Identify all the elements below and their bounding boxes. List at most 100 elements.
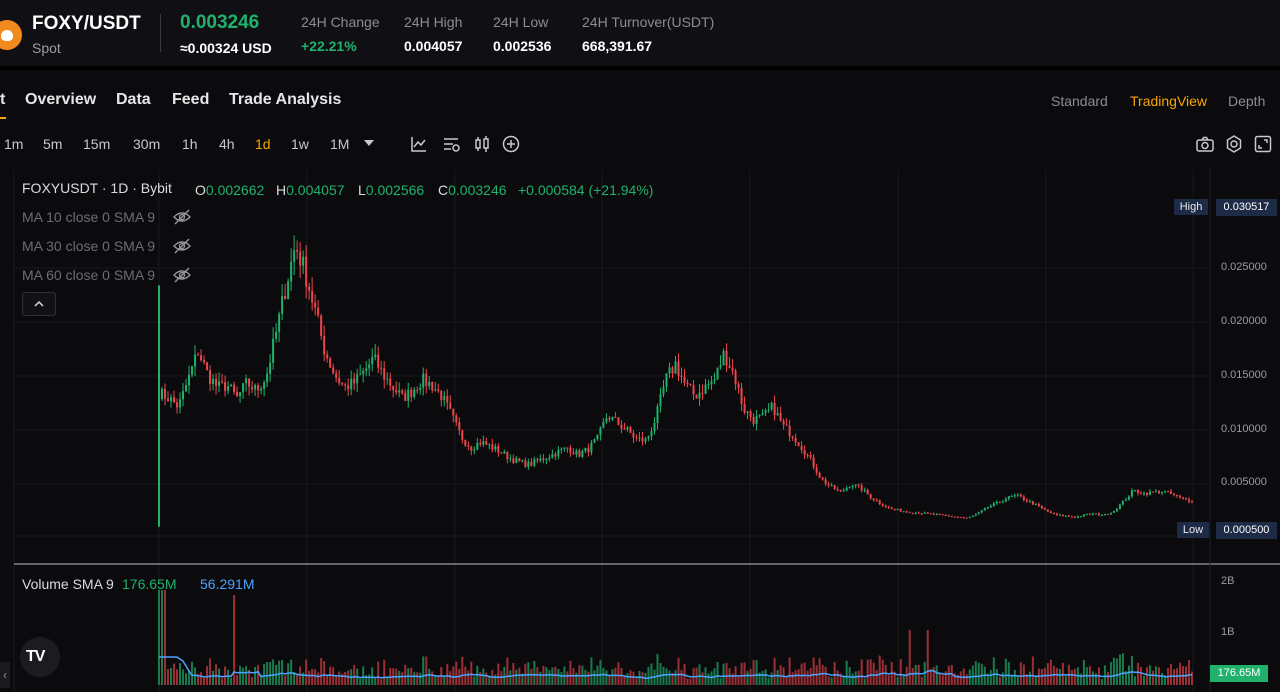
candle bbox=[920, 512, 923, 515]
volume-bar bbox=[509, 670, 512, 685]
candle bbox=[476, 437, 479, 451]
candle bbox=[278, 311, 281, 343]
candle bbox=[863, 487, 866, 493]
candle bbox=[755, 410, 758, 431]
price-chart[interactable] bbox=[0, 0, 1280, 692]
candle bbox=[1049, 510, 1052, 514]
volume-bar bbox=[812, 657, 815, 685]
candle bbox=[1187, 497, 1190, 504]
volume-bar bbox=[926, 630, 929, 685]
candle bbox=[692, 379, 695, 401]
volume-bar bbox=[764, 669, 767, 685]
candle bbox=[368, 358, 371, 377]
volume-bar bbox=[1082, 660, 1085, 685]
volume-bar bbox=[1058, 668, 1061, 685]
candle bbox=[332, 363, 335, 375]
candle bbox=[428, 375, 431, 390]
volume-bar bbox=[1016, 675, 1019, 685]
volume-tick: 1B bbox=[1221, 626, 1235, 638]
candle bbox=[362, 367, 365, 383]
candle bbox=[1163, 490, 1166, 494]
volume-bar bbox=[413, 672, 416, 685]
candle bbox=[947, 514, 950, 517]
candle bbox=[1055, 512, 1058, 517]
candle bbox=[563, 447, 566, 452]
volume-bar bbox=[836, 670, 839, 685]
volume-bar bbox=[416, 672, 419, 685]
candle bbox=[254, 383, 257, 396]
candle bbox=[470, 445, 473, 456]
volume-bar bbox=[845, 660, 848, 685]
volume-bar bbox=[863, 678, 866, 685]
volume-bar bbox=[974, 661, 977, 685]
candle bbox=[644, 436, 647, 445]
volume-bar bbox=[194, 667, 197, 685]
candle bbox=[704, 378, 707, 395]
candle bbox=[1157, 489, 1160, 495]
candle bbox=[1118, 503, 1121, 510]
volume-bar bbox=[338, 671, 341, 685]
candle bbox=[341, 381, 344, 387]
volume-bar bbox=[1103, 665, 1106, 685]
candle bbox=[266, 367, 269, 388]
volume-bar bbox=[527, 662, 530, 685]
candle bbox=[1034, 502, 1037, 506]
candle bbox=[416, 386, 419, 394]
candle bbox=[257, 382, 260, 398]
candle bbox=[1016, 493, 1019, 498]
volume-bar bbox=[1139, 666, 1142, 685]
ohlc-change: +0.000584 (+21.94%) bbox=[518, 182, 654, 198]
hidden-eye-icon[interactable] bbox=[172, 267, 192, 283]
volume-bar bbox=[746, 670, 749, 685]
candle bbox=[968, 516, 971, 519]
candle bbox=[404, 389, 407, 402]
candle bbox=[206, 361, 209, 371]
hidden-eye-icon[interactable] bbox=[172, 209, 192, 225]
candle bbox=[1046, 509, 1049, 513]
candle bbox=[593, 438, 596, 444]
candle bbox=[1178, 494, 1181, 500]
candle bbox=[710, 375, 713, 390]
candle bbox=[185, 378, 188, 393]
candle bbox=[509, 454, 512, 463]
candle bbox=[866, 488, 869, 495]
candle bbox=[734, 368, 737, 390]
hidden-eye-icon[interactable] bbox=[172, 238, 192, 254]
scroll-left-button[interactable]: ‹ bbox=[0, 662, 10, 688]
volume-bar bbox=[914, 665, 917, 685]
volume-bar bbox=[311, 669, 314, 685]
candle bbox=[365, 361, 368, 377]
candle bbox=[1103, 513, 1106, 516]
indicator-ma30[interactable]: MA 30 close 0 SMA 9 bbox=[22, 238, 155, 254]
candle bbox=[647, 435, 650, 442]
candle bbox=[554, 451, 557, 461]
candle bbox=[275, 323, 278, 343]
volume-bar bbox=[305, 659, 308, 685]
candle bbox=[1088, 512, 1091, 516]
volume-bar bbox=[827, 676, 830, 685]
volume-bar bbox=[1106, 671, 1109, 685]
indicator-ma60[interactable]: MA 60 close 0 SMA 9 bbox=[22, 267, 155, 283]
volume-bar bbox=[380, 679, 383, 685]
candle bbox=[1082, 514, 1085, 518]
volume-bar bbox=[674, 670, 677, 685]
volume-bar bbox=[326, 675, 329, 685]
candle bbox=[770, 401, 773, 412]
candle bbox=[548, 454, 551, 462]
indicator-ma10[interactable]: MA 10 close 0 SMA 9 bbox=[22, 209, 155, 225]
volume-bar bbox=[173, 663, 176, 685]
tradingview-logo[interactable]: TV bbox=[20, 637, 60, 677]
volume-bar bbox=[281, 659, 284, 685]
volume-bar bbox=[1145, 667, 1148, 685]
candle bbox=[809, 451, 812, 460]
candle bbox=[356, 368, 359, 393]
volume-bar bbox=[551, 667, 554, 685]
candle bbox=[794, 433, 797, 446]
collapse-legend-button[interactable] bbox=[22, 292, 56, 316]
volume-bar bbox=[569, 660, 572, 685]
volume-bar bbox=[614, 667, 617, 685]
candle bbox=[845, 486, 848, 492]
volume-bar bbox=[737, 675, 740, 685]
volume-bar bbox=[1031, 656, 1034, 685]
candle bbox=[674, 355, 677, 375]
